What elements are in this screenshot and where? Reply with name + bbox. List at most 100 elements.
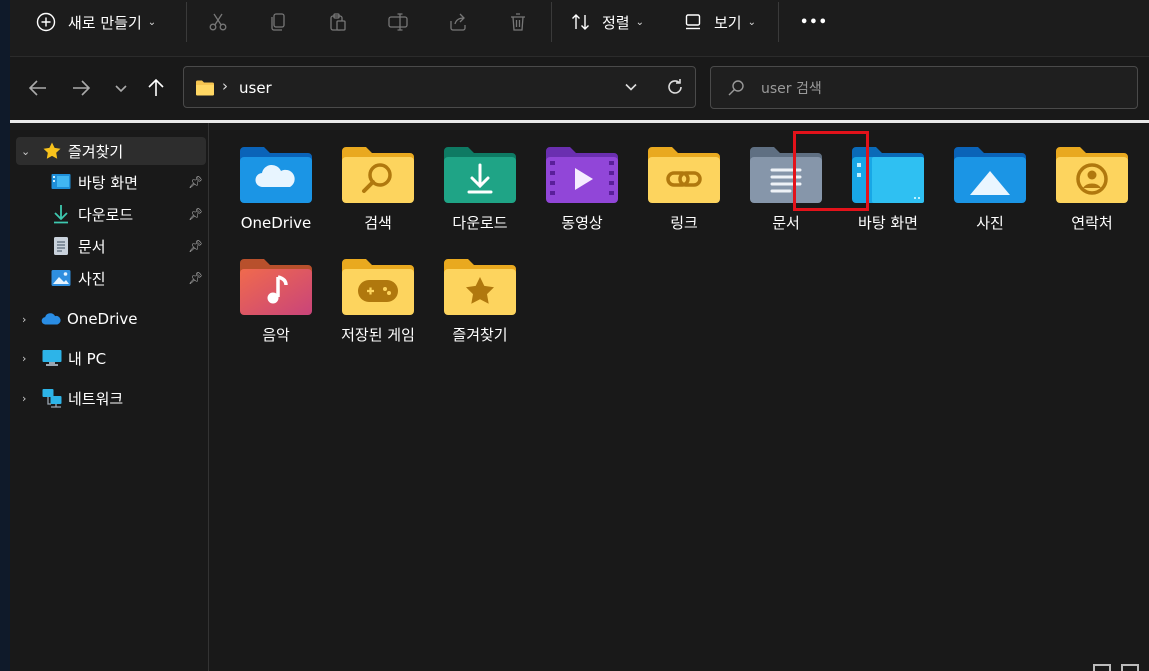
pin-icon[interactable]: 📌︎ — [188, 239, 203, 253]
sidebar-item-label: 내 PC — [68, 349, 107, 368]
share-icon — [450, 13, 466, 31]
onedrive-folder-icon — [240, 147, 312, 203]
folder-icon — [196, 80, 214, 96]
refresh-icon[interactable] — [665, 77, 685, 97]
arrow-up-icon — [148, 78, 164, 96]
arrow-right-icon — [73, 80, 91, 96]
paste-button[interactable] — [321, 7, 355, 37]
command-bar: 새로 만들기 ⌄ 정렬 ⌄ 보기 ⌄ ••• — [10, 0, 1149, 57]
navigation-pane: ⌄ 즐겨찾기 바탕 화면 📌︎ 다운로드 📌︎ 문서 📌︎ 사진 📌︎ › On… — [10, 123, 209, 671]
folder-onedrive[interactable]: OneDrive — [228, 143, 324, 233]
folder-label: 사진 — [976, 214, 1004, 232]
up-button[interactable] — [141, 74, 171, 102]
paste-icon — [330, 13, 346, 31]
saved-games-folder-icon — [342, 259, 414, 315]
details-view-icon[interactable] — [1093, 664, 1111, 671]
pin-icon[interactable]: 📌︎ — [188, 271, 203, 285]
sidebar-item-label: 사진 — [78, 269, 106, 288]
folder-label: 검색 — [364, 214, 392, 232]
trash-icon — [511, 13, 525, 31]
breadcrumb-user[interactable]: user — [239, 79, 272, 97]
folder-videos[interactable]: 동영상 — [534, 143, 630, 233]
chevron-down-icon: ⌄ — [21, 144, 31, 158]
pin-icon[interactable]: 📌︎ — [188, 175, 203, 189]
sidebar-item-label: 다운로드 — [78, 205, 134, 224]
folder-downloads[interactable]: 다운로드 — [432, 143, 528, 233]
highlight-box — [793, 131, 869, 211]
chevron-down-icon[interactable] — [624, 82, 638, 92]
star-icon — [42, 141, 62, 161]
address-bar[interactable]: › user — [183, 66, 696, 108]
tiles-view-icon[interactable] — [1121, 664, 1139, 671]
folder-links[interactable]: 링크 — [636, 143, 732, 233]
sort-button-label: 정렬 — [602, 13, 630, 32]
copy-button[interactable] — [261, 7, 295, 37]
folder-label: 다운로드 — [452, 214, 508, 232]
back-button[interactable] — [23, 74, 53, 102]
recent-locations-button[interactable] — [106, 74, 136, 102]
folder-searches[interactable]: 검색 — [330, 143, 426, 233]
sidebar-item-pictures[interactable]: 사진 📌︎ — [10, 264, 208, 292]
folder-label: 연락처 — [1071, 214, 1113, 232]
toolbar-divider — [186, 2, 187, 42]
search-icon — [728, 80, 744, 96]
toolbar-divider — [551, 2, 552, 42]
folder-label: OneDrive — [240, 214, 312, 232]
downloads-folder-icon — [444, 147, 516, 203]
sidebar-item-label: 바탕 화면 — [78, 173, 138, 192]
forward-button[interactable] — [66, 74, 96, 102]
delete-button[interactable] — [501, 7, 535, 37]
favorites-folder-icon — [444, 259, 516, 315]
folder-contacts[interactable]: 연락처 — [1044, 143, 1140, 233]
folder-label: 링크 — [670, 214, 698, 232]
search-box[interactable] — [710, 66, 1138, 109]
pin-icon[interactable]: 📌︎ — [188, 207, 203, 221]
sidebar-item-label: 문서 — [78, 237, 106, 256]
folder-pictures[interactable]: 사진 — [942, 143, 1038, 233]
chevron-right-icon: › — [22, 391, 27, 405]
videos-folder-icon — [546, 147, 618, 203]
rename-icon — [388, 13, 408, 31]
sort-icon — [572, 14, 589, 30]
sidebar-item-desktop[interactable]: 바탕 화면 📌︎ — [10, 168, 208, 196]
sidebar-item-network[interactable]: › 네트워크 — [10, 384, 208, 412]
sidebar-item-documents[interactable]: 문서 📌︎ — [10, 232, 208, 260]
folder-music[interactable]: 음악 — [228, 255, 324, 345]
share-button[interactable] — [441, 7, 475, 37]
folder-favorites[interactable]: 즐겨찾기 — [432, 255, 528, 345]
copy-icon — [271, 13, 285, 31]
scissors-icon — [209, 13, 227, 31]
sidebar-item-label: OneDrive — [67, 310, 138, 328]
new-button[interactable]: 새로 만들기 ⌄ — [36, 8, 156, 36]
cut-button[interactable] — [201, 7, 235, 37]
toolbar-divider — [778, 2, 779, 42]
chevron-down-icon — [115, 85, 127, 93]
sidebar-item-quick-access[interactable]: ⌄ 즐겨찾기 — [16, 137, 206, 165]
more-icon: ••• — [800, 14, 828, 30]
document-icon — [51, 236, 71, 256]
sidebar-item-downloads[interactable]: 다운로드 📌︎ — [10, 200, 208, 228]
new-button-label: 새로 만들기 — [68, 13, 142, 32]
folder-label: 즐겨찾기 — [452, 326, 508, 344]
view-button[interactable]: 보기 ⌄ — [684, 8, 756, 36]
arrow-left-icon — [28, 80, 46, 96]
sidebar-item-this-pc[interactable]: › 내 PC — [10, 344, 208, 372]
sidebar-item-onedrive[interactable]: › OneDrive — [10, 305, 208, 333]
folder-label: 문서 — [772, 214, 800, 232]
sidebar-item-label: 즐겨찾기 — [68, 142, 124, 161]
search-input[interactable] — [759, 77, 1123, 101]
folder-saved-games[interactable]: 저장된 게임 — [330, 255, 426, 345]
contacts-folder-icon — [1056, 147, 1128, 203]
sort-button[interactable]: 정렬 ⌄ — [570, 8, 644, 36]
sidebar-item-label: 네트워크 — [68, 389, 124, 408]
rename-button[interactable] — [381, 7, 415, 37]
view-button-label: 보기 — [714, 13, 742, 32]
window-edge — [0, 0, 10, 671]
folder-label: 바탕 화면 — [858, 214, 918, 232]
more-button[interactable]: ••• — [800, 8, 828, 36]
music-folder-icon — [240, 259, 312, 315]
computer-icon — [42, 348, 62, 368]
network-icon — [42, 388, 62, 408]
search-folder-icon — [342, 147, 414, 203]
plus-circle-icon — [36, 12, 56, 32]
